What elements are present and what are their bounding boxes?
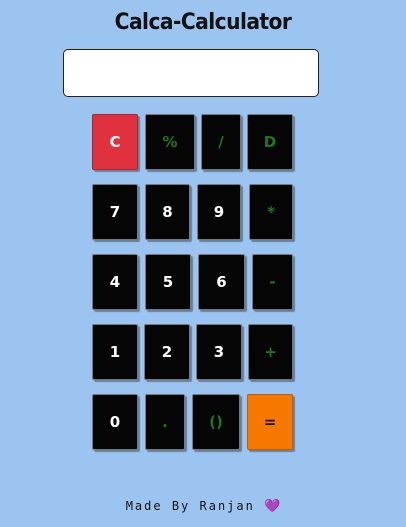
digit-9-button[interactable]: 9 bbox=[197, 184, 241, 240]
footer-credit: Made By Ranjan bbox=[125, 499, 255, 513]
divide-button[interactable]: / bbox=[201, 114, 241, 170]
display-input[interactable] bbox=[64, 50, 318, 96]
digit-3-button[interactable]: 3 bbox=[196, 324, 242, 380]
subtract-button[interactable]: - bbox=[252, 254, 293, 310]
footer: Made By Ranjan 💜 bbox=[0, 499, 406, 514]
calculator-display[interactable] bbox=[63, 49, 319, 97]
percent-button[interactable]: % bbox=[145, 114, 195, 170]
delete-button[interactable]: D bbox=[247, 114, 293, 170]
multiply-button[interactable]: * bbox=[249, 184, 293, 240]
clear-button[interactable]: C bbox=[92, 114, 138, 170]
digit-6-button[interactable]: 6 bbox=[198, 254, 245, 310]
digit-0-button[interactable]: 0 bbox=[92, 394, 138, 450]
app-title: Calca-Calculator bbox=[114, 10, 292, 35]
add-button[interactable]: + bbox=[248, 324, 293, 380]
decimal-button[interactable]: . bbox=[145, 394, 185, 450]
heart-icon: 💜 bbox=[264, 499, 281, 514]
digit-2-button[interactable]: 2 bbox=[144, 324, 190, 380]
equals-button[interactable]: = bbox=[247, 394, 293, 450]
digit-7-button[interactable]: 7 bbox=[92, 184, 138, 240]
digit-1-button[interactable]: 1 bbox=[92, 324, 138, 380]
digit-8-button[interactable]: 8 bbox=[145, 184, 190, 240]
parentheses-button[interactable]: () bbox=[192, 394, 240, 450]
digit-5-button[interactable]: 5 bbox=[145, 254, 191, 310]
digit-4-button[interactable]: 4 bbox=[92, 254, 138, 310]
